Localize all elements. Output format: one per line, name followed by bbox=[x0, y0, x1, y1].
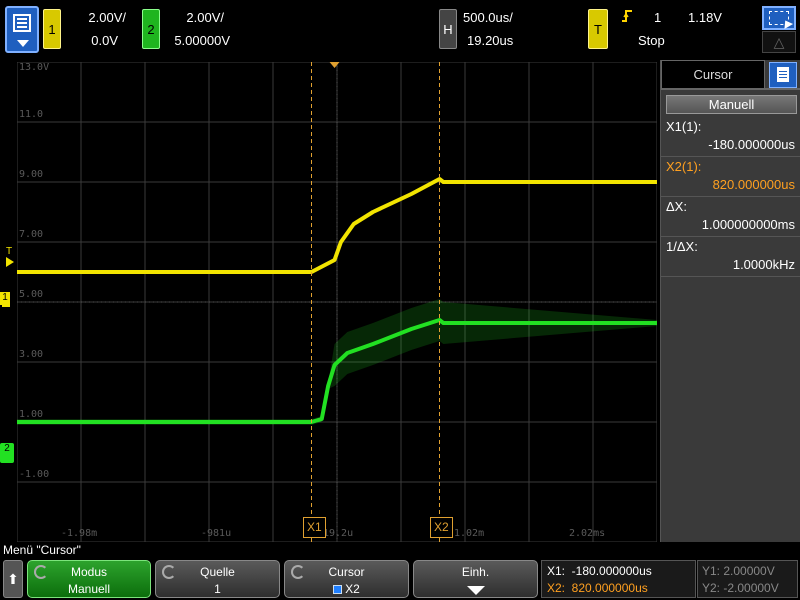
softkey-label: Modus bbox=[70, 565, 108, 579]
channel-1-offset: 0.0V bbox=[91, 33, 118, 48]
y-tick-label: 3.00 bbox=[19, 349, 44, 360]
cursor-x-readout: X1: -180.000000us X2: 820.000000us bbox=[541, 560, 696, 598]
y-tick-label: -1.00 bbox=[19, 469, 50, 480]
x2-readout-row: X2(1): 820.000000us bbox=[661, 157, 800, 197]
panel-divider bbox=[661, 88, 800, 90]
channel-1-ground-marker[interactable]: 1 bbox=[0, 292, 10, 305]
trigger-position-marker bbox=[329, 62, 340, 68]
trigger-source: 1 bbox=[654, 10, 662, 25]
readout-y2: Y2: -2.00000V bbox=[702, 581, 779, 595]
softkey-label: Cursor bbox=[328, 565, 365, 579]
cursor-mode-button[interactable]: Manuell bbox=[666, 95, 797, 114]
chevron-down-icon bbox=[17, 40, 29, 47]
measure-delta-button[interactable]: △ bbox=[762, 31, 796, 53]
readout-y1: Y1: 2.00000V bbox=[702, 564, 775, 578]
status-bar: 1 2.00V/ 0.0V 2 2.00V/ 5.00000V H 500.0u… bbox=[0, 0, 800, 58]
back-button[interactable]: ⬆ bbox=[3, 560, 23, 598]
panel-tab-cursor[interactable]: Cursor bbox=[661, 60, 765, 88]
y-tick-label: 5.00 bbox=[19, 289, 44, 300]
selected-square-icon bbox=[333, 585, 343, 594]
trigger-level: 1.18V bbox=[688, 10, 722, 25]
softkey-units[interactable]: Einh. bbox=[413, 560, 538, 598]
channel-2-offset: 5.00000V bbox=[174, 33, 230, 48]
y-tick-label: 9.00 bbox=[19, 169, 44, 180]
select-zoom-button[interactable] bbox=[762, 6, 796, 30]
channel-2-ground-marker[interactable]: 2 bbox=[0, 443, 14, 463]
readout-x2: X2: 820.000000us bbox=[547, 581, 648, 595]
waveform-display[interactable]: 13.0V 11.0 9.00 7.00 5.00 3.00 1.00 -1.0… bbox=[17, 62, 657, 542]
delta-x-row: ΔX: 1.000000000ms bbox=[661, 197, 800, 237]
delta-icon: △ bbox=[773, 34, 785, 50]
horizontal-delay: 19.20us bbox=[467, 33, 514, 48]
menu-grid-icon bbox=[13, 14, 31, 32]
channel-1-scale: 2.00V/ bbox=[88, 10, 126, 25]
softkey-label: Quelle bbox=[200, 565, 235, 579]
x-tick-label: -1.98m bbox=[61, 528, 98, 539]
main-menu-button[interactable] bbox=[5, 6, 39, 53]
trigger-badge[interactable]: T bbox=[588, 9, 608, 49]
softkey-value: 1 bbox=[214, 582, 221, 596]
inverse-delta-x-row: 1/ΔX: 1.0000kHz bbox=[661, 237, 800, 277]
trigger-level-marker[interactable]: T bbox=[6, 246, 14, 267]
softkey-value: X2 bbox=[345, 582, 360, 596]
inverse-delta-x-label: 1/ΔX: bbox=[666, 239, 698, 254]
arrow-right-icon bbox=[6, 257, 14, 267]
softkey-value: Manuell bbox=[67, 582, 111, 596]
x-tick-label: 2.02ms bbox=[569, 528, 606, 539]
y-tick-label: 11.0 bbox=[19, 109, 44, 120]
x1-value: -180.000000us bbox=[708, 137, 795, 152]
rising-edge-icon bbox=[621, 8, 633, 24]
softkey-bar: ⬆ Modus Manuell Quelle 1 Cursor X2 Einh.… bbox=[0, 558, 800, 600]
delta-x-label: ΔX: bbox=[666, 199, 687, 214]
x1-readout-row: X1(1): -180.000000us bbox=[661, 117, 800, 157]
menu-title: Menü "Cursor" bbox=[3, 543, 81, 557]
y-tick-label: 7.00 bbox=[19, 229, 44, 240]
arrow-down-icon bbox=[466, 586, 485, 595]
x2-value: 820.000000us bbox=[712, 177, 795, 192]
softkey-source[interactable]: Quelle 1 bbox=[155, 560, 280, 598]
cursor-y-readout: Y1: 2.00000V Y2: -2.00000V bbox=[697, 560, 798, 598]
readout-x1: X1: -180.000000us bbox=[547, 564, 652, 578]
x-tick-label: 1.02m bbox=[454, 528, 485, 539]
cursor-x1-tag[interactable]: X1 bbox=[303, 517, 326, 538]
x-tick-label: -981u bbox=[201, 528, 232, 539]
run-state: Stop bbox=[638, 33, 665, 48]
y-tick-label: 13.0V bbox=[19, 62, 50, 73]
document-icon[interactable] bbox=[769, 62, 797, 88]
x2-label: X2(1): bbox=[666, 159, 702, 174]
cursor-panel: Cursor Manuell X1(1): -180.000000us X2(1… bbox=[660, 60, 800, 542]
x1-label: X1(1): bbox=[666, 119, 702, 134]
y-tick-label: 1.00 bbox=[19, 409, 44, 420]
ground-icon bbox=[2, 305, 10, 307]
horizontal-scale: 500.0us/ bbox=[463, 10, 513, 25]
softkey-cursor[interactable]: Cursor X2 bbox=[284, 560, 409, 598]
waveform-graph bbox=[17, 62, 657, 542]
trigger-level-label: T bbox=[6, 246, 13, 257]
softkey-label: Einh. bbox=[461, 565, 490, 579]
cursor-x2-tag[interactable]: X2 bbox=[430, 517, 453, 538]
arrow-up-icon: ⬆ bbox=[7, 571, 19, 587]
x-tick-label: 19.2u bbox=[323, 528, 354, 539]
horizontal-badge[interactable]: H bbox=[439, 9, 457, 49]
channel-1-badge[interactable]: 1 bbox=[43, 9, 61, 49]
delta-x-value: 1.000000000ms bbox=[701, 217, 795, 232]
channel-2-scale: 2.00V/ bbox=[186, 10, 224, 25]
softkey-mode[interactable]: Modus Manuell bbox=[27, 560, 151, 598]
inverse-delta-x-value: 1.0000kHz bbox=[732, 257, 795, 272]
